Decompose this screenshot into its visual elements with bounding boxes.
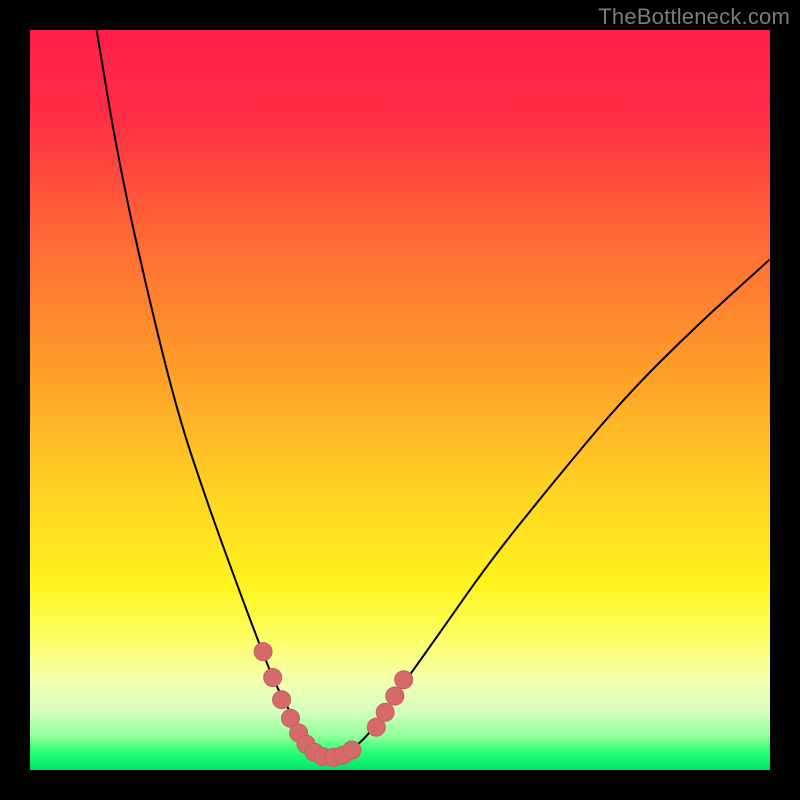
highlight-dot bbox=[273, 691, 291, 709]
highlight-dot bbox=[386, 687, 404, 705]
highlight-dot bbox=[254, 643, 272, 661]
chart-svg bbox=[30, 30, 770, 770]
plot-area bbox=[30, 30, 770, 770]
highlight-dot bbox=[376, 703, 394, 721]
chart-frame: TheBottleneck.com bbox=[0, 0, 800, 800]
highlight-dot bbox=[343, 741, 361, 759]
watermark-text: TheBottleneck.com bbox=[598, 4, 790, 30]
highlight-dot bbox=[264, 669, 282, 687]
gradient-background bbox=[30, 30, 770, 770]
highlight-dot bbox=[395, 671, 413, 689]
